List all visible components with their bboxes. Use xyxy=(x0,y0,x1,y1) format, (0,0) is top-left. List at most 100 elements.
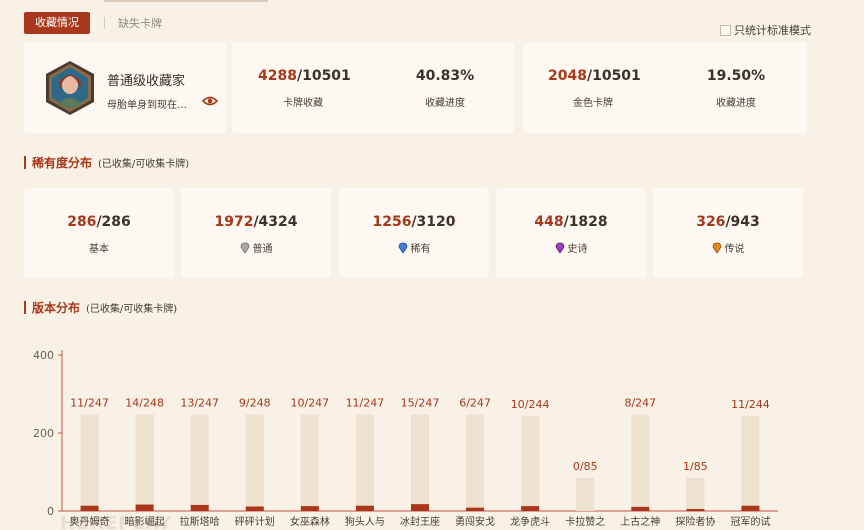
version-subtitle: (已收集/可收集卡牌) xyxy=(86,304,178,315)
standard-mode-label: 只统计标准模式 xyxy=(734,24,811,37)
golden-progress-label: 收藏进度 xyxy=(716,98,756,109)
bar-total xyxy=(300,414,319,511)
data-label: 14/248 xyxy=(125,396,164,409)
rarity-card-rare: 1256/3120 稀有 xyxy=(339,188,489,278)
bar-total xyxy=(80,414,99,511)
bar-total xyxy=(466,414,485,511)
version-title: 版本分布 xyxy=(32,301,81,315)
bar-collected xyxy=(411,504,429,511)
golden-progress-stat: 19.50% 收藏进度 xyxy=(691,68,781,109)
version-chart: 0 200 400 11/247 奥丹姆奇 14/248 暗影崛起 13/247 拉斯塔哈 9/2… xyxy=(33,349,778,528)
x-tick-label: 女巫森林 xyxy=(290,515,330,528)
card-collected-count: 4288 xyxy=(258,68,297,84)
data-label: 15/247 xyxy=(401,397,440,410)
bar-collected xyxy=(741,505,760,511)
bar-total xyxy=(686,477,705,511)
gem-common-icon xyxy=(240,242,249,254)
bar-total xyxy=(135,414,154,511)
bar-collected xyxy=(466,507,485,511)
rarity-card-epic: 448/1828 史诗 xyxy=(496,188,646,278)
x-tick-label: 上古之神 xyxy=(620,515,660,528)
gem-epic-icon xyxy=(555,242,564,254)
golden-total-count: /10501 xyxy=(586,68,641,84)
data-label: 11/247 xyxy=(346,397,385,410)
data-label: 6/247 xyxy=(459,397,491,410)
rarity-card-legendary: 326/943 传说 xyxy=(653,188,803,278)
bar-total xyxy=(521,415,540,511)
x-tick-label: 奥丹姆奇 xyxy=(70,515,110,528)
bar-total xyxy=(245,414,264,511)
standard-mode-checkbox[interactable] xyxy=(720,24,731,36)
data-label: 1/85 xyxy=(683,460,708,473)
eye-icon[interactable] xyxy=(202,95,218,107)
profile-card: 普通级收藏家 母胎单身到现在… xyxy=(24,42,226,133)
rarity-label: 传说 xyxy=(724,244,745,255)
hero-portrait-icon xyxy=(46,61,94,115)
rarity-collected: 1256 xyxy=(372,214,412,230)
rarity-collected: 326 xyxy=(696,214,726,230)
tab-collection[interactable]: 收藏情况 xyxy=(24,12,90,34)
rarity-total: /1828 xyxy=(563,214,608,230)
rarity-collected: 448 xyxy=(534,214,564,230)
rarity-collected: 1972 xyxy=(214,214,254,230)
data-label: 11/244 xyxy=(731,398,770,411)
bar-collected xyxy=(135,504,154,511)
section-accent-bar xyxy=(24,156,26,169)
card-progress-value: 40.83% xyxy=(415,68,475,84)
standard-mode-toggle[interactable]: 只统计标准模式 xyxy=(720,22,811,38)
x-tick-label: 砰砰计划 xyxy=(235,515,275,528)
bar-total xyxy=(190,414,209,511)
card-count-stat: 4288/10501 卡牌收藏 xyxy=(258,68,351,109)
bar-collected xyxy=(300,506,319,511)
rarity-total: /3120 xyxy=(411,214,456,230)
bar-total xyxy=(576,477,595,511)
rarity-collected: 286 xyxy=(67,214,97,230)
bar-collected xyxy=(245,506,264,511)
bar-total xyxy=(631,414,650,511)
data-label: 10/247 xyxy=(290,397,329,410)
rarity-total: /4324 xyxy=(253,214,298,230)
bar-collected xyxy=(190,504,209,511)
bar-collected xyxy=(631,506,650,511)
tab-bar: 收藏情况 缺失卡牌 xyxy=(24,12,162,34)
data-label: 13/247 xyxy=(180,397,219,410)
card-progress-stat: 40.83% 收藏进度 xyxy=(400,68,490,109)
golden-stats-card: 2048/10501 金色卡牌 19.50% 收藏进度 xyxy=(523,42,807,133)
rarity-label: 史诗 xyxy=(567,244,588,255)
data-label: 0/85 xyxy=(573,460,598,473)
data-label: 10/244 xyxy=(511,398,550,411)
tab-missing-cards[interactable]: 缺失卡牌 xyxy=(118,15,162,31)
rarity-total: /943 xyxy=(725,214,760,230)
y-tick-label: 0 xyxy=(47,505,54,518)
x-tick-label: 龙争虎斗 xyxy=(510,515,550,528)
card-total-count: /10501 xyxy=(296,68,351,84)
x-tick-label: 暗影崛起 xyxy=(125,515,165,528)
profile-name: 普通级收藏家 xyxy=(107,74,186,89)
x-tick-label: 冠军的试 xyxy=(730,515,770,528)
gem-rare-icon xyxy=(398,242,407,254)
y-tick-label: 200 xyxy=(33,427,54,440)
x-tick-label: 勇闯安戈 xyxy=(455,515,495,528)
bar-collected xyxy=(80,505,99,511)
rarity-label: 稀有 xyxy=(410,244,431,255)
golden-collected-count: 2048 xyxy=(548,68,587,84)
y-tick-label: 400 xyxy=(33,349,54,362)
bar-collected xyxy=(521,506,540,511)
version-section-title: 版本分布 (已收集/可收集卡牌) xyxy=(24,299,177,316)
data-label: 11/247 xyxy=(70,397,109,410)
profile-subtitle: 母胎单身到现在… xyxy=(107,100,187,111)
x-tick-label: 冰封王座 xyxy=(400,515,440,528)
rarity-section-title: 稀有度分布 (已收集/可收集卡牌) xyxy=(24,154,189,171)
card-progress-label: 收藏进度 xyxy=(425,98,465,109)
gem-legendary-icon xyxy=(712,242,721,254)
rarity-label: 基本 xyxy=(89,244,109,255)
rarity-label: 普通 xyxy=(252,244,273,255)
section-accent-bar xyxy=(24,301,26,314)
top-divider xyxy=(104,0,268,2)
data-label: 9/248 xyxy=(239,396,271,409)
x-tick-label: 拉斯塔哈 xyxy=(180,515,220,528)
x-tick-label: 探险者协 xyxy=(675,515,715,528)
tab-separator xyxy=(104,17,105,29)
rarity-subtitle: (已收集/可收集卡牌) xyxy=(98,159,190,170)
collection-stats-card: 4288/10501 卡牌收藏 40.83% 收藏进度 xyxy=(232,42,514,133)
